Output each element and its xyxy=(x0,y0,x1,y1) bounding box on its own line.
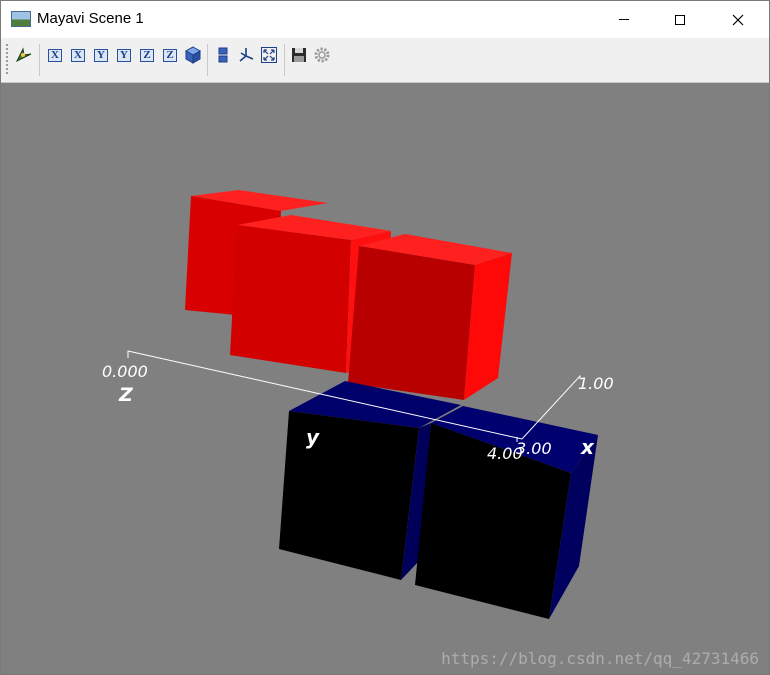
app-icon xyxy=(11,11,31,27)
blue-box-2 xyxy=(415,406,598,619)
view-x-plus-button[interactable]: X xyxy=(45,45,65,65)
save-button[interactable] xyxy=(289,45,309,65)
configure-button[interactable] xyxy=(312,45,332,65)
save-icon xyxy=(292,48,306,62)
toolbar-separator xyxy=(39,44,40,76)
scene-viewport[interactable]: 0.000 Z y x 4.00 3.00 1.00 https://blog.… xyxy=(1,83,769,674)
view-z-plus-button[interactable]: Z xyxy=(137,45,157,65)
minimize-button[interactable] xyxy=(601,1,647,38)
scene-canvas[interactable]: 0.000 Z y x 4.00 3.00 1.00 xyxy=(1,83,769,674)
toolbar-grip[interactable] xyxy=(6,44,8,74)
view-z-minus-icon: Z xyxy=(163,48,177,62)
view-y-plus-button[interactable]: Y xyxy=(91,45,111,65)
mayavi-window: Mayavi Scene 1 X X Y Y Z Z 0.000 Z y x 4… xyxy=(0,0,770,675)
toolbar-separator xyxy=(284,44,285,76)
x-tick-label: 1.00 xyxy=(578,374,614,393)
z-axis-label: Z xyxy=(118,384,134,406)
toolbar: X X Y Y Z Z xyxy=(1,38,769,83)
view-x-plus-icon: X xyxy=(48,48,62,62)
close-icon xyxy=(732,14,744,25)
configure-icon xyxy=(314,47,330,63)
full-screen-button[interactable] xyxy=(259,45,279,65)
view-z-minus-button[interactable]: Z xyxy=(160,45,180,65)
view-x-minus-button[interactable]: X xyxy=(68,45,88,65)
red-box-3 xyxy=(348,234,512,400)
mayavi-pipeline-icon xyxy=(15,47,32,63)
view-x-minus-icon: X xyxy=(71,48,85,62)
parallel-projection-button[interactable] xyxy=(213,45,233,65)
view-y-minus-icon: Y xyxy=(117,48,131,62)
view-z-plus-icon: Z xyxy=(140,48,154,62)
view-y-plus-icon: Y xyxy=(94,48,108,62)
isometric-view-button[interactable] xyxy=(183,45,203,65)
mayavi-pipeline-button[interactable] xyxy=(14,45,34,65)
y-axis-label: y xyxy=(306,425,320,449)
view-y-minus-button[interactable]: Y xyxy=(114,45,134,65)
close-button[interactable] xyxy=(715,1,761,38)
minimize-icon xyxy=(619,19,629,20)
full-screen-icon xyxy=(261,47,277,63)
isometric-view-icon xyxy=(184,46,202,64)
axes-indicator-icon xyxy=(239,48,254,62)
maximize-icon xyxy=(675,14,685,25)
window-title: Mayavi Scene 1 xyxy=(37,10,144,27)
watermark: https://blog.csdn.net/qq_42731466 xyxy=(441,649,759,668)
axes-indicator-button[interactable] xyxy=(236,45,256,65)
x-axis-label: x xyxy=(580,435,595,459)
toolbar-separator xyxy=(207,44,208,76)
z-tick-label: 0.000 xyxy=(102,362,148,381)
maximize-button[interactable] xyxy=(657,1,703,38)
title-bar: Mayavi Scene 1 xyxy=(1,1,769,38)
parallel-projection-icon xyxy=(218,47,228,63)
x-tick-label: 3.00 xyxy=(516,439,552,458)
